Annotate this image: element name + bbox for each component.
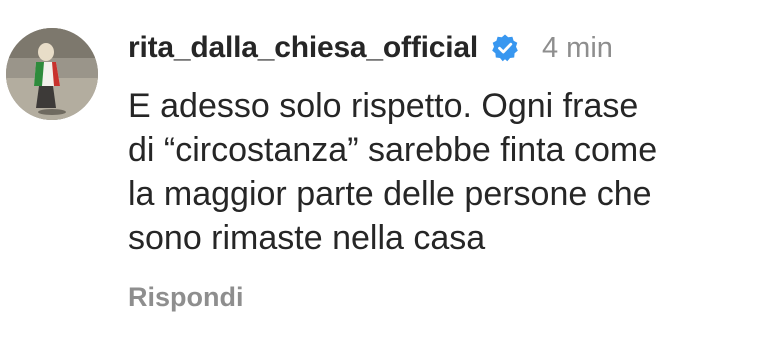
verified-badge-icon — [490, 33, 520, 63]
comment-header: rita_dalla_chiesa_official 4 min — [128, 28, 613, 68]
comment-text: E adesso solo rispetto. Ogni frase di “c… — [128, 87, 658, 257]
reply-button[interactable]: Rispondi — [128, 282, 244, 313]
comment-timestamp: 4 min — [541, 31, 613, 64]
username-link[interactable]: rita_dalla_chiesa_official — [128, 31, 478, 65]
profile-photo — [6, 28, 98, 120]
comment: rita_dalla_chiesa_official 4 min E adess… — [0, 0, 767, 359]
avatar[interactable] — [6, 28, 98, 120]
